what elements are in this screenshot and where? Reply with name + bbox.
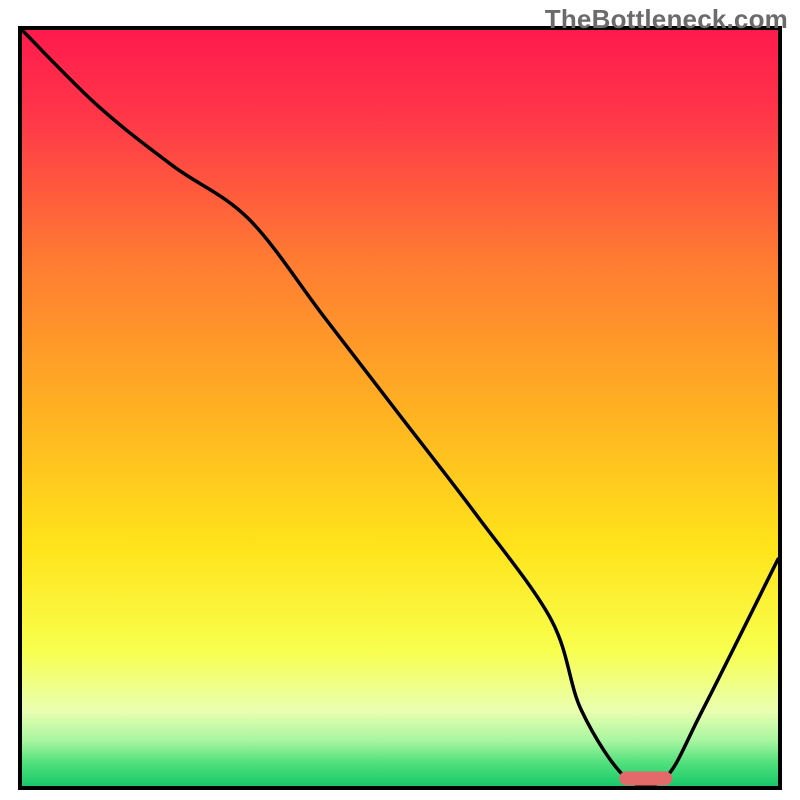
chart-frame: TheBottleneck.com bbox=[0, 0, 800, 800]
optimal-range-marker bbox=[619, 771, 672, 785]
gradient-background bbox=[22, 30, 778, 786]
watermark-text: TheBottleneck.com bbox=[545, 4, 788, 35]
plot-area bbox=[20, 28, 780, 788]
bottleneck-chart-svg bbox=[0, 0, 800, 800]
